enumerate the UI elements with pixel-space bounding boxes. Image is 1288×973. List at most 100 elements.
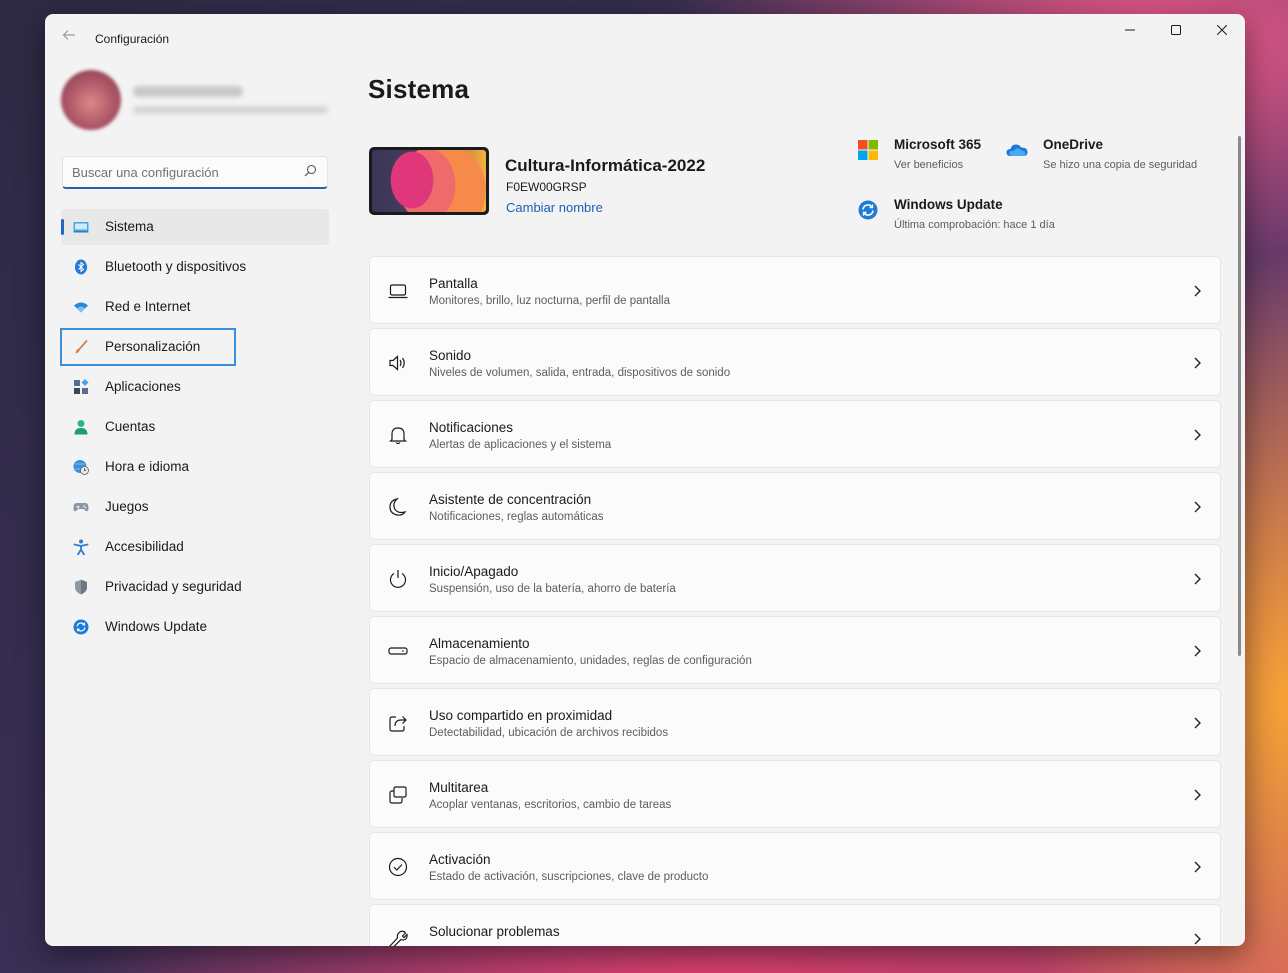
card-almacenamiento[interactable]: Almacenamiento Espacio de almacenamiento… <box>369 616 1221 684</box>
title-bar: Configuración <box>45 14 1245 62</box>
back-arrow-icon <box>62 30 75 40</box>
card-pantalla[interactable]: Pantalla Monitores, brillo, luz nocturna… <box>369 256 1221 324</box>
chevron-right-icon <box>1192 932 1202 946</box>
card-title: Notificaciones <box>429 420 514 435</box>
wallpaper-preview <box>372 150 486 212</box>
chevron-right-icon <box>1192 500 1202 514</box>
check-circle-icon <box>388 857 408 877</box>
sidebar-item-label: Personalización <box>105 339 201 354</box>
card-title: Activación <box>429 852 491 867</box>
card-asistente-concentracion[interactable]: Asistente de concentración Notificacione… <box>369 472 1221 540</box>
card-title: Pantalla <box>429 276 478 291</box>
accessibility-icon <box>73 539 89 556</box>
sidebar-item-sistema[interactable]: Sistema <box>61 209 329 245</box>
chevron-right-icon <box>1192 788 1202 802</box>
share-icon <box>388 713 408 733</box>
card-subtitle: Alertas de aplicaciones y el sistema <box>429 439 612 451</box>
chevron-right-icon <box>1192 860 1202 874</box>
drive-icon <box>388 641 408 661</box>
sidebar-item-cuentas[interactable]: Cuentas <box>61 409 329 445</box>
sidebar-item-windows-update[interactable]: Windows Update <box>61 609 329 645</box>
sidebar-item-label: Accesibilidad <box>105 539 184 554</box>
wrench-icon <box>388 929 408 946</box>
scrollbar[interactable] <box>1238 136 1241 656</box>
close-button[interactable] <box>1199 14 1245 46</box>
maximize-button[interactable] <box>1153 14 1199 46</box>
sidebar-item-label: Aplicaciones <box>105 379 181 394</box>
page-title: Sistema <box>368 74 470 104</box>
multitask-icon <box>388 785 408 805</box>
card-subtitle: Estado de activación, suscripciones, cla… <box>429 871 709 883</box>
sidebar-item-aplicaciones[interactable]: Aplicaciones <box>61 369 329 405</box>
quick-link-subtitle: Última comprobación: hace 1 día <box>894 219 1055 231</box>
wifi-icon <box>73 299 89 315</box>
chevron-right-icon <box>1192 284 1202 298</box>
card-subtitle: Detectabilidad, ubicación de archivos re… <box>429 727 669 739</box>
globe-clock-icon <box>73 459 89 475</box>
minimize-icon <box>1125 29 1135 31</box>
sidebar-item-juegos[interactable]: Juegos <box>61 489 329 525</box>
card-title: Inicio/Apagado <box>429 564 519 579</box>
sidebar-item-personalizacion[interactable]: Personalización <box>60 328 236 366</box>
speaker-icon <box>388 353 408 373</box>
back-button[interactable] <box>59 28 79 48</box>
device-model: F0EW00GRSP <box>506 180 587 194</box>
card-subtitle: Suspensión, uso de la batería, ahorro de… <box>429 583 676 595</box>
quick-link-title: OneDrive <box>1043 137 1104 152</box>
card-notificaciones[interactable]: Notificaciones Alertas de aplicaciones y… <box>369 400 1221 468</box>
card-solucionar-problemas[interactable]: Solucionar problemas <box>369 904 1221 946</box>
chevron-right-icon <box>1192 572 1202 586</box>
brush-icon <box>73 339 89 355</box>
sidebar-nav: Sistema Bluetooth y dispositivos Red e I… <box>60 209 329 649</box>
sidebar-item-label: Privacidad y seguridad <box>105 579 242 594</box>
rename-link[interactable]: Cambiar nombre <box>506 200 603 215</box>
card-title: Asistente de concentración <box>429 492 592 507</box>
card-sonido[interactable]: Sonido Niveles de volumen, salida, entra… <box>369 328 1221 396</box>
card-subtitle: Espacio de almacenamiento, unidades, reg… <box>429 655 752 667</box>
settings-window: Configuración Sistema Bluetooth y dispos… <box>45 14 1245 946</box>
shield-icon <box>73 579 89 595</box>
card-uso-compartido[interactable]: Uso compartido en proximidad Detectabili… <box>369 688 1221 756</box>
quick-link-subtitle: Se hizo una copia de seguridad <box>1043 159 1198 171</box>
card-subtitle: Monitores, brillo, luz nocturna, perfil … <box>429 295 670 307</box>
moon-icon <box>388 497 408 517</box>
chevron-right-icon <box>1192 356 1202 370</box>
chevron-right-icon <box>1192 644 1202 658</box>
sidebar-item-hora[interactable]: Hora e idioma <box>61 449 329 485</box>
bluetooth-icon <box>73 259 89 275</box>
sidebar-item-bluetooth[interactable]: Bluetooth y dispositivos <box>61 249 329 285</box>
sidebar-item-red[interactable]: Red e Internet <box>61 289 329 325</box>
profile-email-blurred <box>133 106 328 114</box>
sidebar-item-label: Sistema <box>105 219 154 234</box>
sidebar-item-label: Red e Internet <box>105 299 191 314</box>
search-box <box>62 156 328 189</box>
card-title: Multitarea <box>429 780 489 795</box>
chevron-right-icon <box>1192 716 1202 730</box>
search-input[interactable] <box>72 162 292 182</box>
bell-icon <box>388 425 408 445</box>
card-subtitle: Niveles de volumen, salida, entrada, dis… <box>429 367 731 379</box>
app-title: Configuración <box>95 32 170 46</box>
search-icon[interactable] <box>304 164 317 182</box>
chevron-right-icon <box>1192 428 1202 442</box>
quick-link-title: Microsoft 365 <box>894 137 982 152</box>
card-multitarea[interactable]: Multitarea Acoplar ventanas, escritorios… <box>369 760 1221 828</box>
profile-name-blurred <box>133 86 243 97</box>
minimize-button[interactable] <box>1107 14 1153 46</box>
card-title: Solucionar problemas <box>429 924 560 939</box>
sidebar-item-privacidad[interactable]: Privacidad y seguridad <box>61 569 329 605</box>
user-profile[interactable] <box>61 70 341 134</box>
card-subtitle: Notificaciones, reglas automáticas <box>429 511 604 523</box>
account-icon <box>73 419 89 435</box>
sidebar-item-accesibilidad[interactable]: Accesibilidad <box>61 529 329 565</box>
sidebar-item-label: Juegos <box>105 499 149 514</box>
card-inicio-apagado[interactable]: Inicio/Apagado Suspensión, uso de la bat… <box>369 544 1221 612</box>
card-activacion[interactable]: Activación Estado de activación, suscrip… <box>369 832 1221 900</box>
sidebar-item-label: Bluetooth y dispositivos <box>105 259 247 274</box>
sidebar-item-label: Cuentas <box>105 419 156 434</box>
monitor-icon <box>73 219 89 235</box>
microsoft-logo-icon <box>857 139 879 161</box>
settings-list: Pantalla Monitores, brillo, luz nocturna… <box>369 256 1221 946</box>
card-title: Uso compartido en proximidad <box>429 708 613 723</box>
gamepad-icon <box>73 499 89 515</box>
